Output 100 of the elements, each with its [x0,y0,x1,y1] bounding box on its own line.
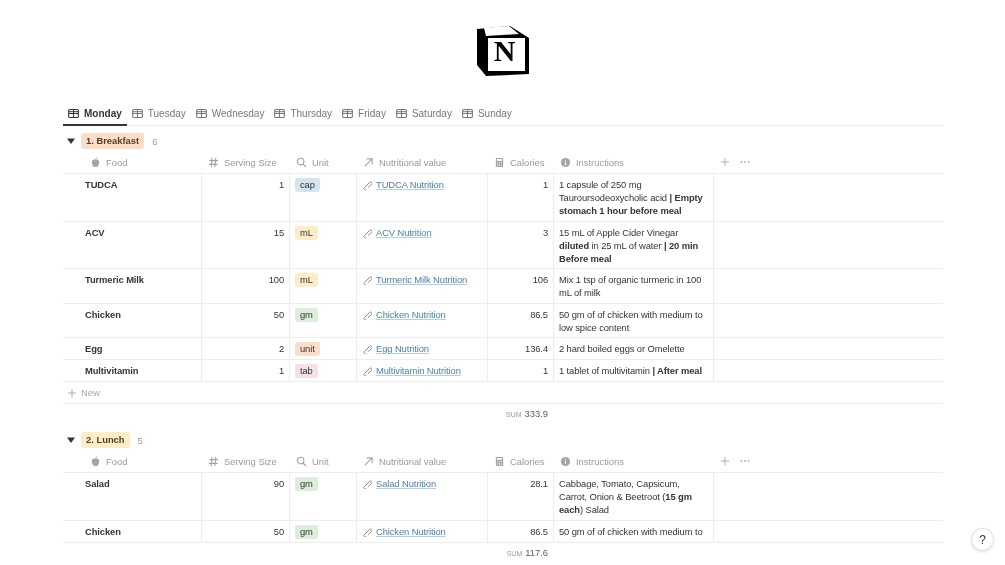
serving-size: 90 [272,477,284,491]
tab[interactable]: Friday [337,102,391,126]
unit-tag: tab [295,364,318,379]
calories-value: 106 [531,273,548,287]
table-icon [342,108,354,118]
serving-size: 1 [277,364,284,378]
unit-tag: mL [295,225,318,240]
table-icon [461,108,473,118]
info-icon [560,455,571,467]
nutrition-link[interactable]: Multivitamin Nutrition [376,364,461,378]
column-header[interactable]: Calories [488,455,554,467]
instructions-text: 50 gm of of chicken with medium to [559,525,703,537]
apple-icon [90,156,101,168]
link-icon [362,366,372,377]
calories-value: 3 [541,225,548,239]
tab[interactable]: Tuesday [126,102,191,126]
serving-size: 50 [272,524,284,538]
unit-tag: cap [295,178,320,192]
unit-tag: mL [295,273,318,288]
instructions-text: Mix 1 tsp of organic turmeric in 100 mL of milk [559,274,702,299]
table-icon [274,108,286,118]
nutrition-link[interactable]: Salad Nutrition [376,477,436,491]
search-icon [296,156,307,168]
calories-value: 86.5 [529,307,548,321]
calories-value: 1 [541,364,548,378]
calories-value: 86.5 [529,524,548,538]
new-row-button[interactable]: New [81,387,100,399]
calories-value: 28.1 [529,477,548,491]
column-header[interactable]: Nutritional value [357,455,488,467]
column-header[interactable]: Unit [290,455,357,467]
calories-value: 136.4 [524,342,548,356]
group-tag: 2. Lunch [81,432,130,449]
nutrition-link[interactable]: ACV Nutrition [376,225,432,239]
nutrition-link[interactable]: TUDCA Nutrition [376,178,444,192]
unit-tag: gm [295,524,318,539]
nutrition-link[interactable]: Egg Nutrition [376,342,429,356]
tab[interactable]: Wednesday [190,102,270,126]
food-name[interactable]: Turmeric Milk [85,274,144,286]
info-icon [560,156,571,168]
calories-value: 1 [541,178,548,192]
calculator-icon [494,156,505,168]
table-icon [195,108,207,118]
link-icon [362,479,372,490]
food-name[interactable]: Salad [85,478,110,490]
group-count: 5 [137,434,143,446]
tab[interactable]: Sunday [456,102,517,126]
food-name[interactable]: ACV [85,226,105,238]
instructions-text: 50 gm of of chicken with medium to low spice content [559,308,703,333]
column-header[interactable]: Serving Size [202,455,290,467]
serving-size: 1 [277,178,284,192]
link-icon [362,309,372,320]
hash-icon [208,455,219,467]
group-count: 6 [152,135,158,147]
group-tag: 1. Breakfast [81,133,145,149]
instructions-text: 1 capsule of 250 mg Tauroursodeoxycholic acid | Empty stomach 1 hour before meal [559,179,703,217]
apple-icon [90,455,101,467]
unit-tag: gm [295,307,318,322]
unit-tag: unit [295,342,320,357]
sum-value: 333.9 [524,408,548,420]
food-name[interactable]: Chicken [85,308,121,320]
tab[interactable]: Saturday [390,102,457,126]
instructions-text: 15 mL of Apple Cider Vinegar diluted in 25 mL of water | 20 min Before meal [559,226,699,264]
table-icon [68,108,79,118]
serving-size: 50 [272,307,284,321]
nutrition-link[interactable]: Turmeric Milk Nutrition [376,273,468,287]
unit-tag: gm [295,477,318,492]
instructions-text: 1 tablet of multivitamin | After meal [559,365,702,377]
column-header[interactable]: Food [63,455,202,467]
column-header[interactable]: Calories [488,156,554,168]
column-header[interactable]: Food [63,156,202,168]
column-header[interactable]: Nutritional value [357,156,488,168]
serving-size: 2 [277,342,284,356]
plus-icon[interactable] [720,157,730,167]
instructions-text: 2 hard boiled eggs or Omelette [559,343,685,355]
help-button[interactable]: ? [971,528,994,551]
link-icon [362,526,372,537]
collapse-toggle-icon[interactable] [67,436,75,445]
food-name[interactable]: TUDCA [85,179,118,190]
tab[interactable]: Monday [63,102,127,126]
arrow-icon [363,455,374,467]
instructions-text: Cabbage, Tomato, Capsicum, Carrot, Onion & Beetroot (15 gm each) Salad [559,478,692,516]
link-icon [362,275,372,286]
nutrition-link[interactable]: Chicken Nutrition [376,307,446,321]
tab[interactable]: Thursday [269,102,338,126]
link-icon [362,180,372,190]
column-header[interactable]: Serving Size [202,156,290,168]
food-name[interactable]: Multivitamin [85,365,139,377]
food-name[interactable]: Egg [85,343,103,355]
column-header[interactable]: Instructions [554,455,714,467]
plus-icon[interactable] [720,456,730,467]
plus-icon [67,387,77,398]
serving-size: 15 [272,225,284,239]
nutrition-link[interactable]: Chicken Nutrition [376,524,446,538]
collapse-toggle-icon[interactable] [67,137,75,145]
food-name[interactable]: Chicken [85,525,121,537]
sum-value: 117.6 [525,546,548,558]
calculator-icon [494,455,505,467]
link-icon [362,344,372,355]
column-header[interactable]: Instructions [554,156,714,168]
column-header[interactable]: Unit [290,156,357,168]
